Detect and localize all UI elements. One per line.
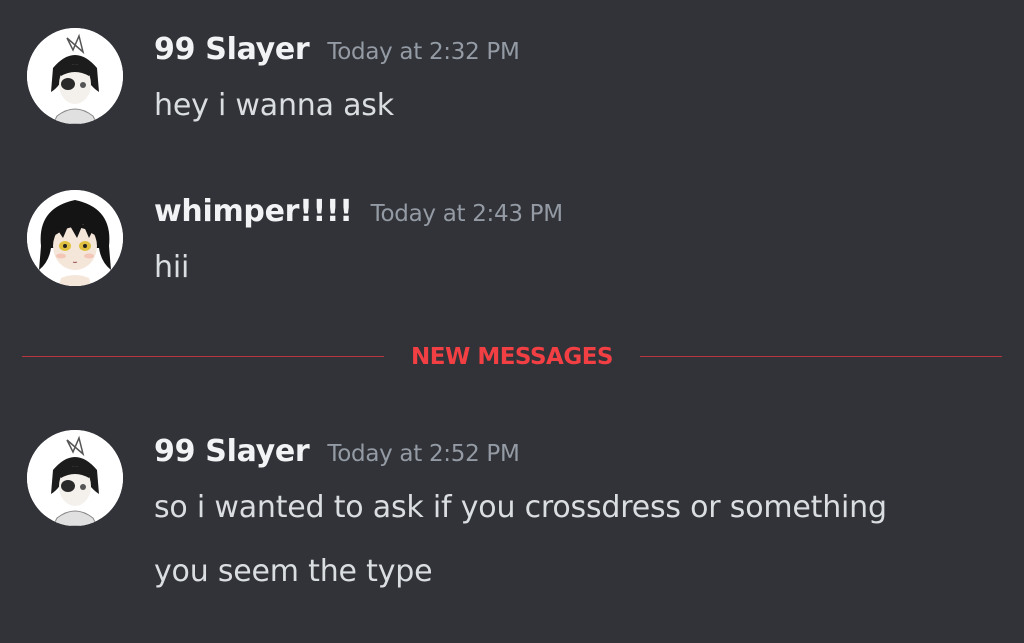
message-text: hey i wanna ask: [154, 88, 394, 123]
avatar[interactable]: [27, 28, 123, 124]
new-messages-label: NEW MESSAGES: [411, 344, 614, 370]
message-header: 99 Slayer Today at 2:52 PM: [154, 434, 520, 469]
message-text: so i wanted to ask if you crossdress or …: [154, 490, 887, 525]
avatar[interactable]: [27, 190, 123, 286]
timestamp[interactable]: Today at 2:52 PM: [327, 441, 519, 467]
message-header: 99 Slayer Today at 2:32 PM: [154, 32, 520, 67]
username[interactable]: 99 Slayer: [154, 32, 310, 67]
message-item[interactable]: 99 Slayer Today at 2:52 PM so i wanted to…: [0, 430, 1024, 600]
new-messages-divider: NEW MESSAGES: [22, 340, 1002, 374]
username[interactable]: 99 Slayer: [154, 434, 310, 469]
timestamp[interactable]: Today at 2:32 PM: [327, 39, 519, 65]
divider-line: [22, 356, 384, 357]
username[interactable]: whimper!!!!: [154, 194, 353, 229]
avatar-illustration: [27, 430, 123, 526]
message-header: whimper!!!! Today at 2:43 PM: [154, 194, 563, 229]
message-text: you seem the type: [154, 554, 433, 589]
message-text: hii: [154, 250, 190, 285]
message-item[interactable]: 99 Slayer Today at 2:32 PM hey i wanna as…: [0, 28, 1024, 128]
avatar-illustration: [27, 190, 123, 286]
avatar[interactable]: [27, 430, 123, 526]
chat-message-list: 99 Slayer Today at 2:32 PM hey i wanna as…: [0, 0, 1024, 643]
timestamp[interactable]: Today at 2:43 PM: [371, 201, 563, 227]
message-item[interactable]: whimper!!!! Today at 2:43 PM hii: [0, 190, 1024, 290]
avatar-illustration: [27, 28, 123, 124]
divider-line: [640, 356, 1002, 357]
